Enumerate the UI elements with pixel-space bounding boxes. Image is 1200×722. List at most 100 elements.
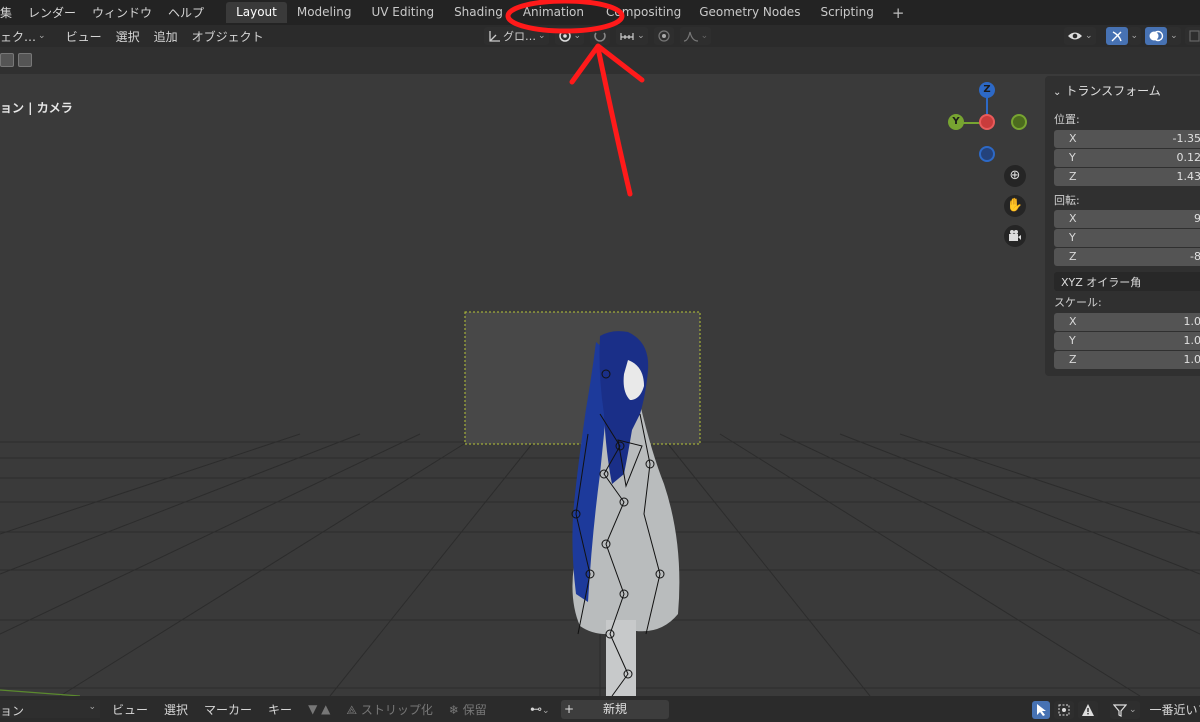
gizmo-dropdown[interactable]: ⌄ — [1127, 27, 1142, 45]
menu-object[interactable]: オブジェクト — [185, 28, 271, 45]
tab-modeling[interactable]: Modeling — [287, 2, 362, 23]
location-y-field[interactable]: Y 0.12 — [1054, 149, 1200, 167]
filter-dropdown[interactable]: ⌄ — [1110, 700, 1140, 719]
viewport-header: ェク… ⌄ ビュー 選択 追加 オブジェクト グロ… ⌄ ⌄ ⌄ ⌄ ⌄ ⌄ ⌄ — [0, 25, 1200, 47]
xray-toggle[interactable] — [1184, 27, 1200, 45]
add-workspace-button[interactable]: + — [884, 4, 913, 22]
gizmo-x-axis[interactable] — [979, 114, 995, 130]
rotation-y-field[interactable]: Y — [1054, 229, 1200, 247]
gizmo-neg-z-axis[interactable] — [979, 146, 995, 162]
select-mode-extend-icon[interactable] — [18, 53, 32, 67]
menu-view[interactable]: ビュー — [104, 701, 156, 718]
rotation-mode-dropdown[interactable]: XYZ オイラー角 — [1054, 272, 1200, 291]
tool-settings-bar — [0, 47, 1200, 74]
tab-scripting[interactable]: Scripting — [810, 2, 883, 23]
gizmo-neg-y-axis[interactable] — [1011, 114, 1027, 130]
select-mode-new-icon[interactable] — [0, 53, 14, 67]
rotation-z-field[interactable]: Z -8 — [1054, 248, 1200, 266]
field-value: -1.35 — [1172, 132, 1200, 145]
chevron-down-icon: ⌄ — [700, 31, 709, 41]
falloff-dropdown[interactable]: ⌄ — [679, 27, 712, 45]
axis-label: Z — [1069, 170, 1077, 183]
snap-target-dropdown[interactable]: ⌄ — [616, 27, 648, 45]
gizmo-z-axis[interactable]: Z — [979, 82, 995, 98]
tab-uv-editing[interactable]: UV Editing — [361, 2, 444, 23]
warning-icon — [1082, 703, 1094, 716]
menu-render[interactable]: レンダー — [20, 4, 84, 21]
top-menubar: 集 レンダー ウィンドウ ヘルプ Layout Modeling UV Edit… — [0, 0, 1200, 25]
mode-label: ェク… — [0, 29, 37, 44]
location-label: 位置: — [1054, 113, 1080, 126]
zoom-in-icon[interactable]: ⊕ — [1004, 165, 1026, 187]
location-x-field[interactable]: X -1.35 — [1054, 130, 1200, 148]
menu-window[interactable]: ウィンドウ — [84, 4, 160, 21]
chevron-down-icon: ⌄ — [538, 31, 546, 41]
box-select-button[interactable] — [1054, 700, 1074, 719]
axis-label: Z — [1069, 353, 1077, 366]
overlay-toggle[interactable] — [1145, 27, 1168, 45]
keying-set-dropdown[interactable]: ⊷⌄ — [522, 702, 558, 716]
editor-type-dropdown[interactable]: ョン ⌄ — [0, 700, 100, 718]
rotation-x-field[interactable]: X9 — [1054, 210, 1200, 228]
pivot-dropdown[interactable]: ⌄ — [554, 27, 585, 45]
keep-label: 保留 — [462, 702, 487, 717]
transform-controls: グロ… ⌄ ⌄ ⌄ ⌄ — [484, 25, 712, 47]
orientation-dropdown[interactable]: グロ… ⌄ — [484, 27, 549, 45]
proportional-icon — [658, 30, 670, 42]
hand-pan-icon[interactable]: ✋ — [1004, 195, 1026, 217]
plus-icon: + — [564, 702, 575, 716]
timeline-right-controls: ⌄ 一番近いフレ — [1032, 700, 1200, 719]
menu-add[interactable]: 追加 — [147, 28, 185, 45]
proportional-edit-toggle[interactable] — [653, 27, 674, 45]
keep-button[interactable]: ❄ 保留 — [441, 701, 495, 718]
field-value: 1.43 — [1176, 170, 1200, 183]
location-z-field[interactable]: Z 1.43 — [1054, 168, 1200, 186]
camera-icon[interactable] — [1004, 225, 1026, 247]
scale-z-field[interactable]: Z 1.0 — [1054, 351, 1200, 369]
menu-select[interactable]: 選択 — [156, 701, 196, 718]
menu-view[interactable]: ビュー — [59, 28, 109, 45]
gizmo-icon — [1111, 31, 1122, 42]
menu-marker[interactable]: マーカー — [196, 701, 260, 718]
tab-geometry-nodes[interactable]: Geometry Nodes — [689, 2, 810, 23]
axis-label: Y — [1069, 151, 1076, 164]
warning-button[interactable] — [1078, 700, 1098, 719]
camera-frame — [464, 311, 701, 445]
pivot-point-icon — [558, 30, 571, 42]
mode-dropdown[interactable]: ェク… ⌄ — [0, 28, 53, 45]
field-value: -8 — [1190, 250, 1200, 263]
field-value: 1.0 — [1183, 353, 1200, 366]
keyframe-type-buttons[interactable]: ▼ ▲ — [300, 702, 338, 716]
field-value: 1.0 — [1183, 315, 1200, 328]
menu-select[interactable]: 選択 — [109, 28, 147, 45]
new-action-button[interactable]: + 新規 — [561, 700, 669, 719]
new-label: 新規 — [602, 702, 627, 716]
overlay-icon — [1149, 30, 1164, 42]
snap-mode-dropdown[interactable]: 一番近いフレ — [1144, 701, 1200, 718]
gizmo-toggle[interactable] — [1105, 27, 1128, 45]
snap-increment-icon — [620, 33, 634, 40]
axis-label: X — [1069, 132, 1077, 145]
3d-viewport[interactable]: ョン | カメラ Z Y ⊕ ✋ ⌄ トランスフォーム 位置: X -1.35 Y 0… — [0, 74, 1200, 696]
eye-icon — [1068, 32, 1082, 40]
viewport-display-controls: ⌄ ⌄ ⌄ — [1064, 25, 1200, 47]
visibility-dropdown[interactable]: ⌄ — [1064, 27, 1096, 45]
snap-toggle[interactable] — [590, 27, 611, 45]
tab-shading[interactable]: Shading — [444, 2, 513, 23]
select-tool-button[interactable] — [1032, 700, 1050, 719]
workspace-tabs: Layout Modeling UV Editing Shading Anima… — [226, 0, 912, 25]
scale-y-field[interactable]: Y 1.0 — [1054, 332, 1200, 350]
transform-panel-header[interactable]: ⌄ トランスフォーム — [1053, 82, 1161, 99]
overlay-dropdown[interactable]: ⌄ — [1167, 27, 1181, 45]
menu-help[interactable]: ヘルプ — [160, 4, 212, 21]
menu-edit[interactable]: 集 — [0, 4, 20, 21]
axis-label: Y — [1069, 334, 1076, 347]
tab-compositing[interactable]: Compositing — [578, 2, 705, 23]
tab-layout[interactable]: Layout — [226, 2, 287, 23]
menu-key[interactable]: キー — [260, 701, 300, 718]
gizmo-y-axis[interactable]: Y — [948, 114, 964, 130]
snap-icon — [594, 32, 606, 42]
cursor-arrow-icon — [1037, 703, 1046, 716]
scale-x-field[interactable]: X 1.0 — [1054, 313, 1200, 331]
strip-button[interactable]: ⟁ ストリップ化 — [338, 701, 441, 718]
